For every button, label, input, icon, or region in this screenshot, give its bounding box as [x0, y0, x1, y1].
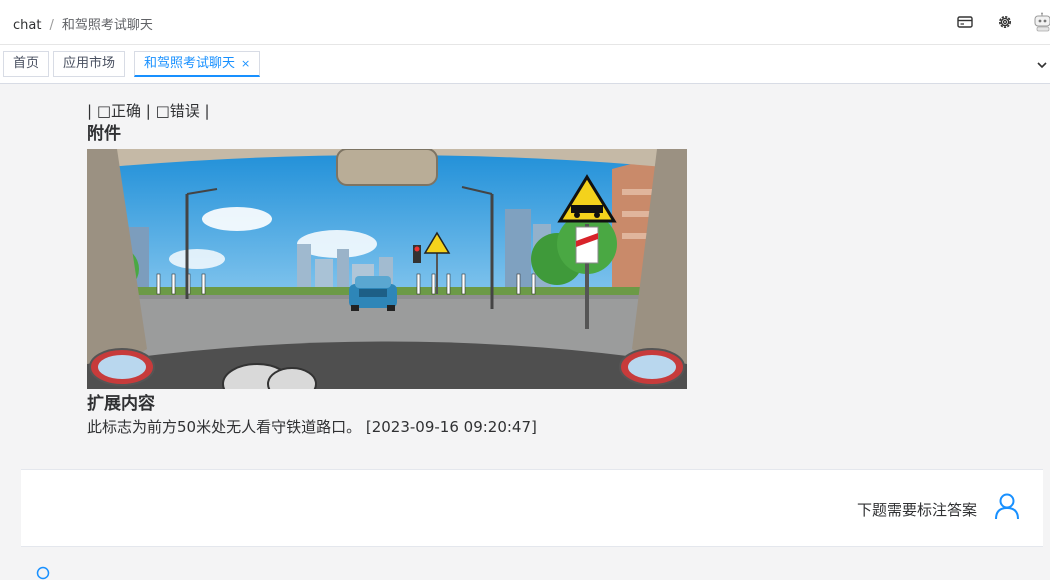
tab-home-label: 首页 — [13, 56, 40, 71]
tab-close-icon[interactable]: × — [241, 57, 250, 70]
user-avatar-icon — [995, 493, 1019, 520]
chat-message-panel: | □正确 | □错误 | 附件 扩展内容 此标志为前方50米处无人看守铁道路口… — [21, 96, 1043, 470]
robot-avatar-icon[interactable] — [1034, 12, 1050, 32]
extension-title: 扩展内容 — [87, 394, 155, 414]
user-message-text: 下题需要标注答案 — [856, 501, 977, 519]
breadcrumb-separator: / — [49, 18, 54, 33]
tabs-bar: 首页 应用市场 和驾照考试聊天 × — [0, 45, 1050, 84]
user-message: 下题需要标注答案 — [21, 470, 1043, 546]
tab-home[interactable]: 首页 — [3, 51, 50, 77]
breadcrumb: chat / 和驾照考试聊天 — [13, 14, 153, 33]
attachment-image-road-sign[interactable] — [87, 149, 687, 389]
breadcrumb-item-current: 和驾照考试聊天 — [61, 18, 153, 33]
settings-gear-icon[interactable] — [996, 13, 1014, 31]
tab-driving-exam-chat-label: 和驾照考试聊天 — [144, 56, 236, 71]
message-divider-bottom — [21, 546, 1043, 547]
breadcrumb-item-chat[interactable]: chat — [13, 18, 41, 33]
card-icon[interactable] — [956, 13, 974, 31]
tab-app-market-label: 应用市场 — [63, 56, 116, 71]
tab-driving-exam-chat[interactable]: 和驾照考试聊天 × — [134, 51, 261, 77]
answer-options: | □正确 | □错误 | — [87, 102, 210, 120]
extension-text: 此标志为前方50米处无人看守铁道路口。 [2023-09-16 09:20:47… — [87, 418, 537, 436]
assistant-avatar-icon — [36, 566, 50, 580]
chevron-down-icon[interactable] — [1036, 59, 1048, 71]
message-content: | □正确 | □错误 | 附件 扩展内容 此标志为前方50米处无人看守铁道路口… — [87, 100, 787, 438]
top-header: chat / 和驾照考试聊天 — [0, 0, 1050, 45]
attachment-title: 附件 — [87, 124, 121, 144]
tab-app-market[interactable]: 应用市场 — [53, 51, 126, 77]
